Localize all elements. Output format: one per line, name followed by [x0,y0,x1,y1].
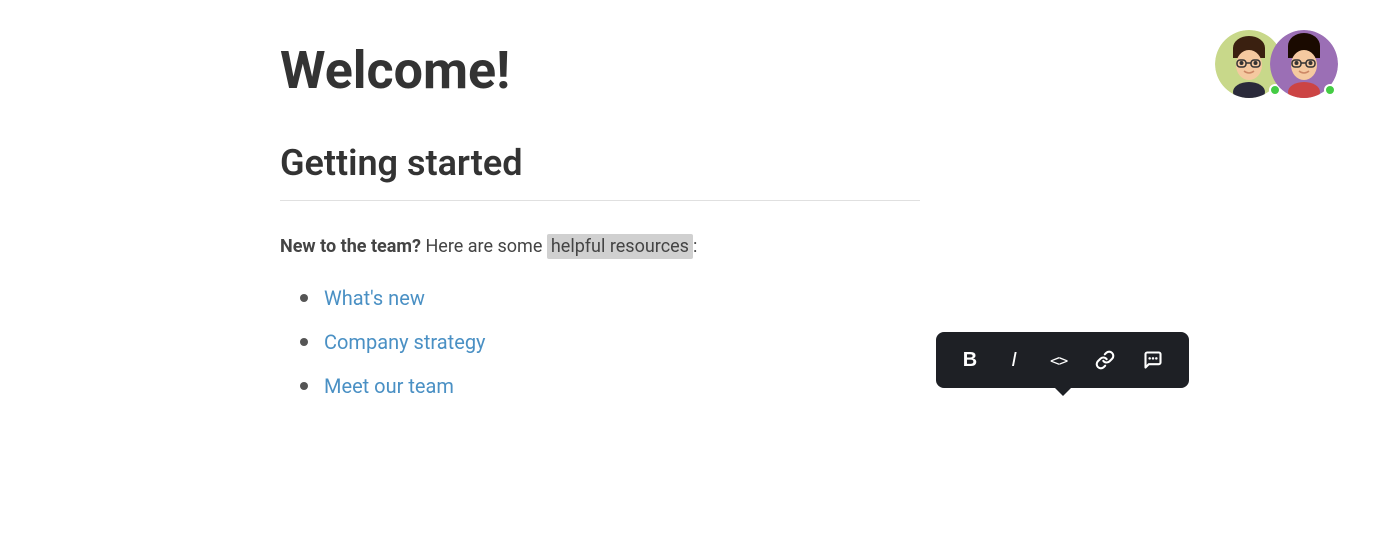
page-content: Welcome! Getting started B I <> [0,0,1400,398]
avatar-2[interactable] [1270,30,1340,100]
resource-link-3[interactable]: Meet our team [324,374,454,398]
avatar-2-status [1324,84,1336,96]
bullet-3 [300,382,308,390]
resource-link-1[interactable]: What's new [324,286,425,310]
code-button[interactable]: <> [1040,342,1077,378]
link-icon [1095,350,1115,370]
content-area: New to the team? Here are some helpful r… [280,233,1400,398]
bullet-1 [300,294,308,302]
resource-link-2[interactable]: Company strategy [324,330,486,354]
intro-end: : [693,236,697,257]
link-button[interactable] [1085,342,1125,378]
resource-list: What's new Company strategy Meet our tea… [280,286,1400,398]
bold-button[interactable]: B [952,342,988,378]
section-title: Getting started [280,142,920,201]
list-item: Company strategy [300,330,1400,354]
avatars-container [1215,30,1340,100]
comment-icon [1143,350,1163,370]
formatting-toolbar: B I <> [936,332,1189,388]
intro-bold: New to the team? [280,236,421,257]
section-title-text: Getting started [280,142,523,184]
list-item: What's new [300,286,1400,310]
intro-highlight: helpful resources [547,234,693,259]
intro-paragraph: New to the team? Here are some helpful r… [280,233,1400,262]
intro-text: Here are some [425,236,546,257]
bullet-2 [300,338,308,346]
comment-button[interactable] [1133,342,1173,378]
list-item: Meet our team [300,374,1400,398]
italic-button[interactable]: I [996,342,1032,378]
